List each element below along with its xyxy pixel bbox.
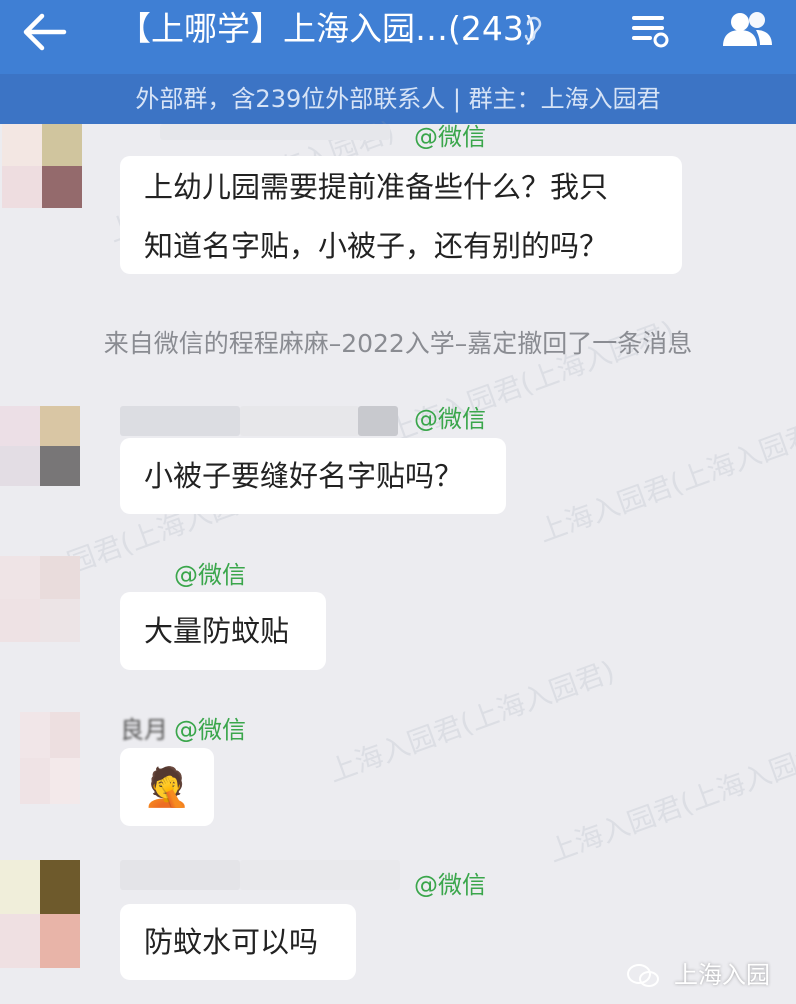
wechat-tag: @微信 [414, 871, 486, 899]
avatar[interactable] [20, 712, 80, 804]
group-info-bar[interactable]: 外部群，含239位外部联系人 | 群主：上海入园君 [0, 74, 796, 124]
wechat-tag: @微信 [414, 405, 486, 433]
sender-name-blurred [358, 406, 398, 436]
recall-notice: 来自微信的程程麻麻–2022入学–嘉定撤回了一条消息 [103, 329, 693, 358]
avatar[interactable] [0, 556, 80, 642]
earpiece-icon [524, 16, 542, 42]
avatar[interactable] [0, 860, 80, 968]
back-arrow-icon[interactable] [20, 10, 70, 54]
message-bubble[interactable]: 大量防蚊贴 [120, 592, 326, 670]
account-name: 上海入园 [674, 961, 770, 989]
message-text: 大量防蚊贴 [144, 614, 290, 648]
chat-header: 【上哪学】上海入园…(243) [0, 0, 796, 74]
watermark: 上海入园君(上海入园君) [543, 734, 796, 869]
avatar[interactable] [2, 124, 82, 208]
message-text: 防蚊水可以吗 [144, 925, 319, 959]
sender-name-blurred [240, 860, 400, 890]
message-bubble[interactable]: 上幼儿园需要提前准备些什么？我只 知道名字贴，小被子，还有别的吗？ [120, 156, 682, 274]
sender-name-blurred [160, 124, 390, 140]
avatar[interactable] [0, 406, 80, 486]
wechat-tag: @微信 [174, 716, 246, 744]
facepalm-emoji-icon: 🤦 [143, 765, 191, 809]
wechat-logo-icon [627, 964, 660, 987]
sender-name-blurred [240, 406, 360, 436]
sender-name-blurred [120, 406, 240, 436]
account-watermark: 上海入园 [626, 955, 770, 990]
message-bubble[interactable]: 防蚊水可以吗 [120, 904, 356, 980]
watermark: 上海入园君(上海入园君) [323, 654, 619, 789]
group-members-icon[interactable] [720, 8, 774, 50]
chat-title: 【上哪学】上海入园…(243) [118, 9, 537, 48]
sender-name-blurred [120, 860, 240, 890]
wechat-tag: @微信 [174, 561, 246, 589]
message-text: 小被子要缝好名字贴吗？ [144, 459, 464, 493]
message-bubble[interactable]: 小被子要缝好名字贴吗？ [120, 438, 506, 514]
message-text: 知道名字贴，小被子，还有别的吗？ [144, 229, 609, 263]
watermark: 上海入园君(上海入园君) [533, 414, 796, 549]
sender-name-fragment: 良月 [120, 716, 168, 744]
chat-settings-icon[interactable] [628, 8, 670, 50]
wechat-tag: @微信 [414, 123, 486, 151]
message-bubble[interactable]: 🤦 [120, 748, 214, 826]
message-text: 上幼儿园需要提前准备些什么？我只 [144, 170, 609, 204]
